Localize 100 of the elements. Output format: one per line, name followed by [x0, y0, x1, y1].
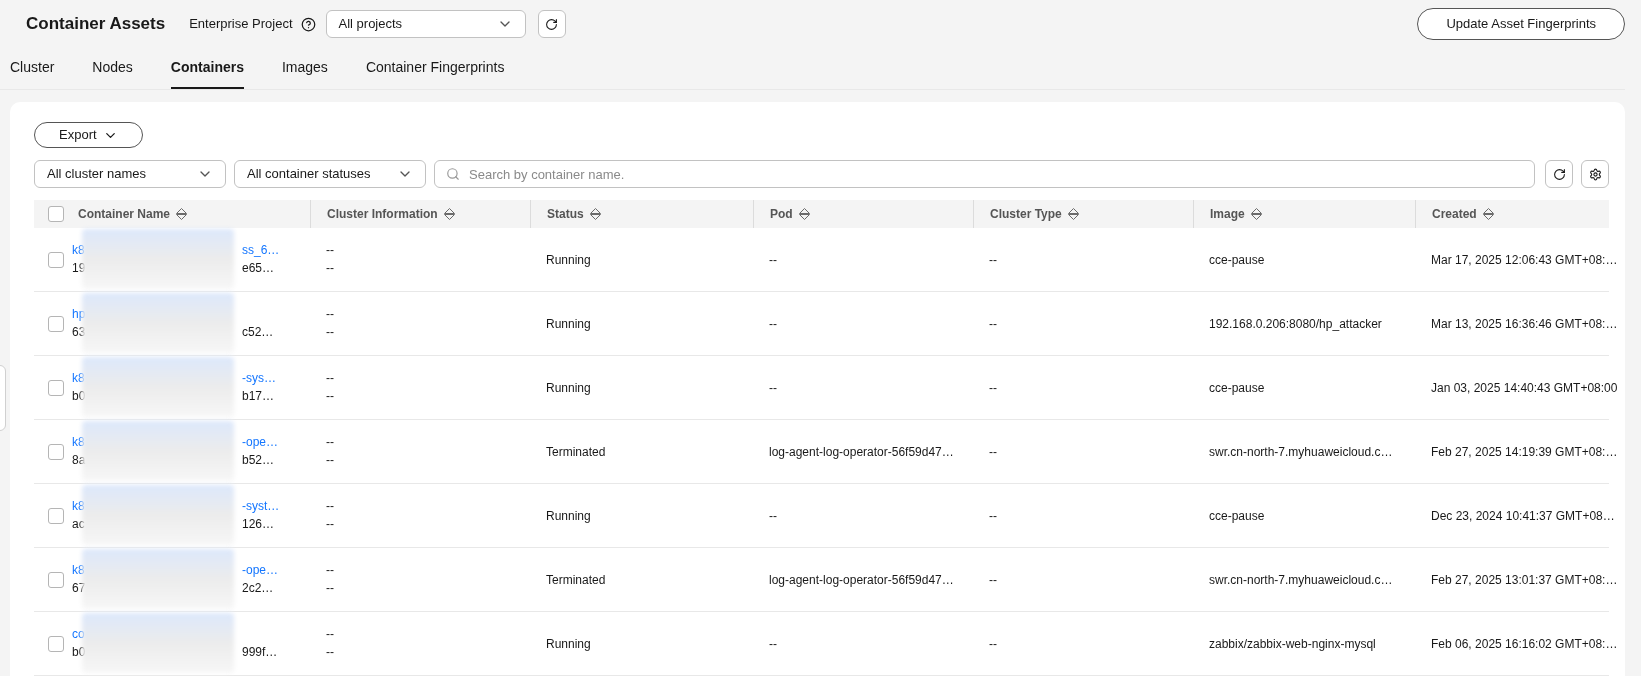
cluster-type: --	[989, 252, 997, 267]
refresh-button[interactable]	[537, 10, 566, 38]
help-icon[interactable]	[300, 16, 316, 32]
cluster-info: --	[326, 581, 335, 596]
checkbox[interactable]	[48, 635, 64, 652]
cluster-info: --	[326, 389, 335, 404]
column-header: Cluster Information	[327, 206, 438, 223]
container-name-link[interactable]: k8	[72, 371, 86, 386]
container-name-link[interactable]: ss_6…	[242, 243, 280, 258]
refresh-button[interactable]	[1545, 160, 1573, 188]
cluster-type: --	[989, 380, 997, 395]
container-id: b17…	[242, 389, 275, 404]
update-fingerprints-button[interactable]: Update Asset Fingerprints	[1417, 8, 1625, 40]
container-name-link[interactable]: k8	[72, 563, 86, 578]
container-id: 19	[72, 261, 86, 276]
container-id: 63	[72, 325, 86, 340]
container-id: 126…	[242, 517, 275, 532]
container-name-link[interactable]: -syst…	[242, 499, 280, 514]
sort-icon[interactable]	[1067, 208, 1079, 220]
checkbox[interactable]	[48, 379, 64, 396]
tab[interactable]: Containers	[170, 57, 244, 89]
container-id: ac	[72, 517, 86, 532]
cluster-info: --	[326, 453, 335, 468]
checkbox[interactable]	[48, 315, 64, 332]
status-text: Terminated	[546, 444, 606, 459]
status-text: Running	[546, 316, 591, 331]
container-name-link[interactable]: k8	[72, 435, 86, 450]
checkbox[interactable]	[48, 443, 64, 460]
pod-name: --	[769, 380, 777, 395]
container-name-link[interactable]: hp	[72, 307, 86, 322]
cluster-info: --	[326, 371, 335, 386]
cluster-info: --	[326, 517, 335, 532]
cluster-info: --	[326, 563, 335, 578]
cluster-info: --	[326, 645, 335, 660]
created-time: Feb 27, 2025 14:19:39 GMT+08:…	[1431, 444, 1618, 459]
status-filter[interactable]: All container statuses	[234, 160, 426, 188]
cluster-info: --	[326, 325, 335, 340]
created-time: Mar 13, 2025 16:36:46 GMT+08:…	[1431, 316, 1618, 331]
sort-icon[interactable]	[443, 208, 455, 220]
checkbox[interactable]	[48, 206, 64, 222]
refresh-icon	[1552, 167, 1566, 181]
column-header: Created	[1432, 206, 1477, 223]
column-header: Container Name	[78, 206, 171, 223]
image-name: cce-pause	[1209, 252, 1265, 267]
container-name-link[interactable]: -ope…	[242, 563, 279, 578]
page-title: Container Assets	[26, 13, 166, 36]
cluster-info: --	[326, 435, 335, 450]
sort-icon[interactable]	[176, 208, 188, 220]
checkbox[interactable]	[48, 571, 64, 588]
tab[interactable]: Nodes	[92, 57, 133, 89]
image-name: 192.168.0.206:8080/hp_attacker	[1209, 316, 1382, 331]
search-icon	[446, 167, 460, 181]
container-id: 67	[72, 581, 86, 596]
image-name: swr.cn-north-7.myhuaweicloud.c…	[1209, 572, 1393, 587]
image-name: cce-pause	[1209, 380, 1265, 395]
container-name-link[interactable]: k8	[72, 499, 86, 514]
created-time: Jan 03, 2025 14:40:43 GMT+08:00	[1431, 380, 1618, 395]
container-name-link[interactable]: -ope…	[242, 435, 279, 450]
cluster-info: --	[326, 499, 335, 514]
container-name-link[interactable]: co	[72, 627, 86, 642]
container-id: 999f…	[242, 645, 278, 660]
cluster-type: --	[989, 508, 997, 523]
image-name: swr.cn-north-7.myhuaweicloud.c…	[1209, 444, 1393, 459]
container-id: 2c2…	[242, 581, 274, 596]
pod-name: --	[769, 508, 777, 523]
created-time: Feb 27, 2025 13:01:37 GMT+08:…	[1431, 572, 1618, 587]
cluster-info: --	[326, 261, 335, 276]
container-name-link[interactable]: -sys…	[242, 371, 276, 386]
sort-icon[interactable]	[1250, 208, 1262, 220]
tab[interactable]: Images	[281, 57, 328, 89]
pod-name: --	[769, 316, 777, 331]
sort-icon[interactable]	[1482, 208, 1494, 220]
container-id: c52…	[242, 325, 274, 340]
project-select[interactable]: All projects	[325, 10, 526, 38]
pod-name: --	[769, 636, 777, 651]
status-text: Running	[546, 252, 591, 267]
checkbox[interactable]	[48, 251, 64, 268]
image-name: cce-pause	[1209, 508, 1265, 523]
image-name: zabbix/zabbix-web-nginx-mysql	[1209, 636, 1376, 651]
settings-button[interactable]	[1581, 160, 1609, 188]
created-time: Feb 06, 2025 16:16:02 GMT+08:…	[1431, 636, 1618, 651]
project-label: Enterprise Project	[189, 15, 293, 34]
tab[interactable]: Container Fingerprints	[365, 57, 505, 89]
container-name-link[interactable]: k8	[72, 243, 86, 258]
container-id: 8a	[72, 453, 86, 468]
checkbox[interactable]	[48, 507, 64, 524]
pod-name: --	[769, 252, 777, 267]
sort-icon[interactable]	[798, 208, 810, 220]
cluster-filter[interactable]: All cluster names	[34, 160, 226, 188]
tab[interactable]: Cluster	[10, 57, 55, 89]
created-time: Mar 17, 2025 12:06:43 GMT+08:…	[1431, 252, 1618, 267]
cluster-info: --	[326, 307, 335, 322]
search-field[interactable]: Search by container name.	[434, 160, 1535, 188]
pod-name: log-agent-log-operator-56f59d47…	[769, 572, 954, 587]
sort-icon[interactable]	[589, 208, 601, 220]
container-id: b0	[72, 645, 86, 660]
created-time: Dec 23, 2024 10:41:37 GMT+08…	[1431, 508, 1615, 523]
status-text: Running	[546, 508, 591, 523]
container-id: b0	[72, 389, 86, 404]
container-id: e65…	[242, 261, 275, 276]
